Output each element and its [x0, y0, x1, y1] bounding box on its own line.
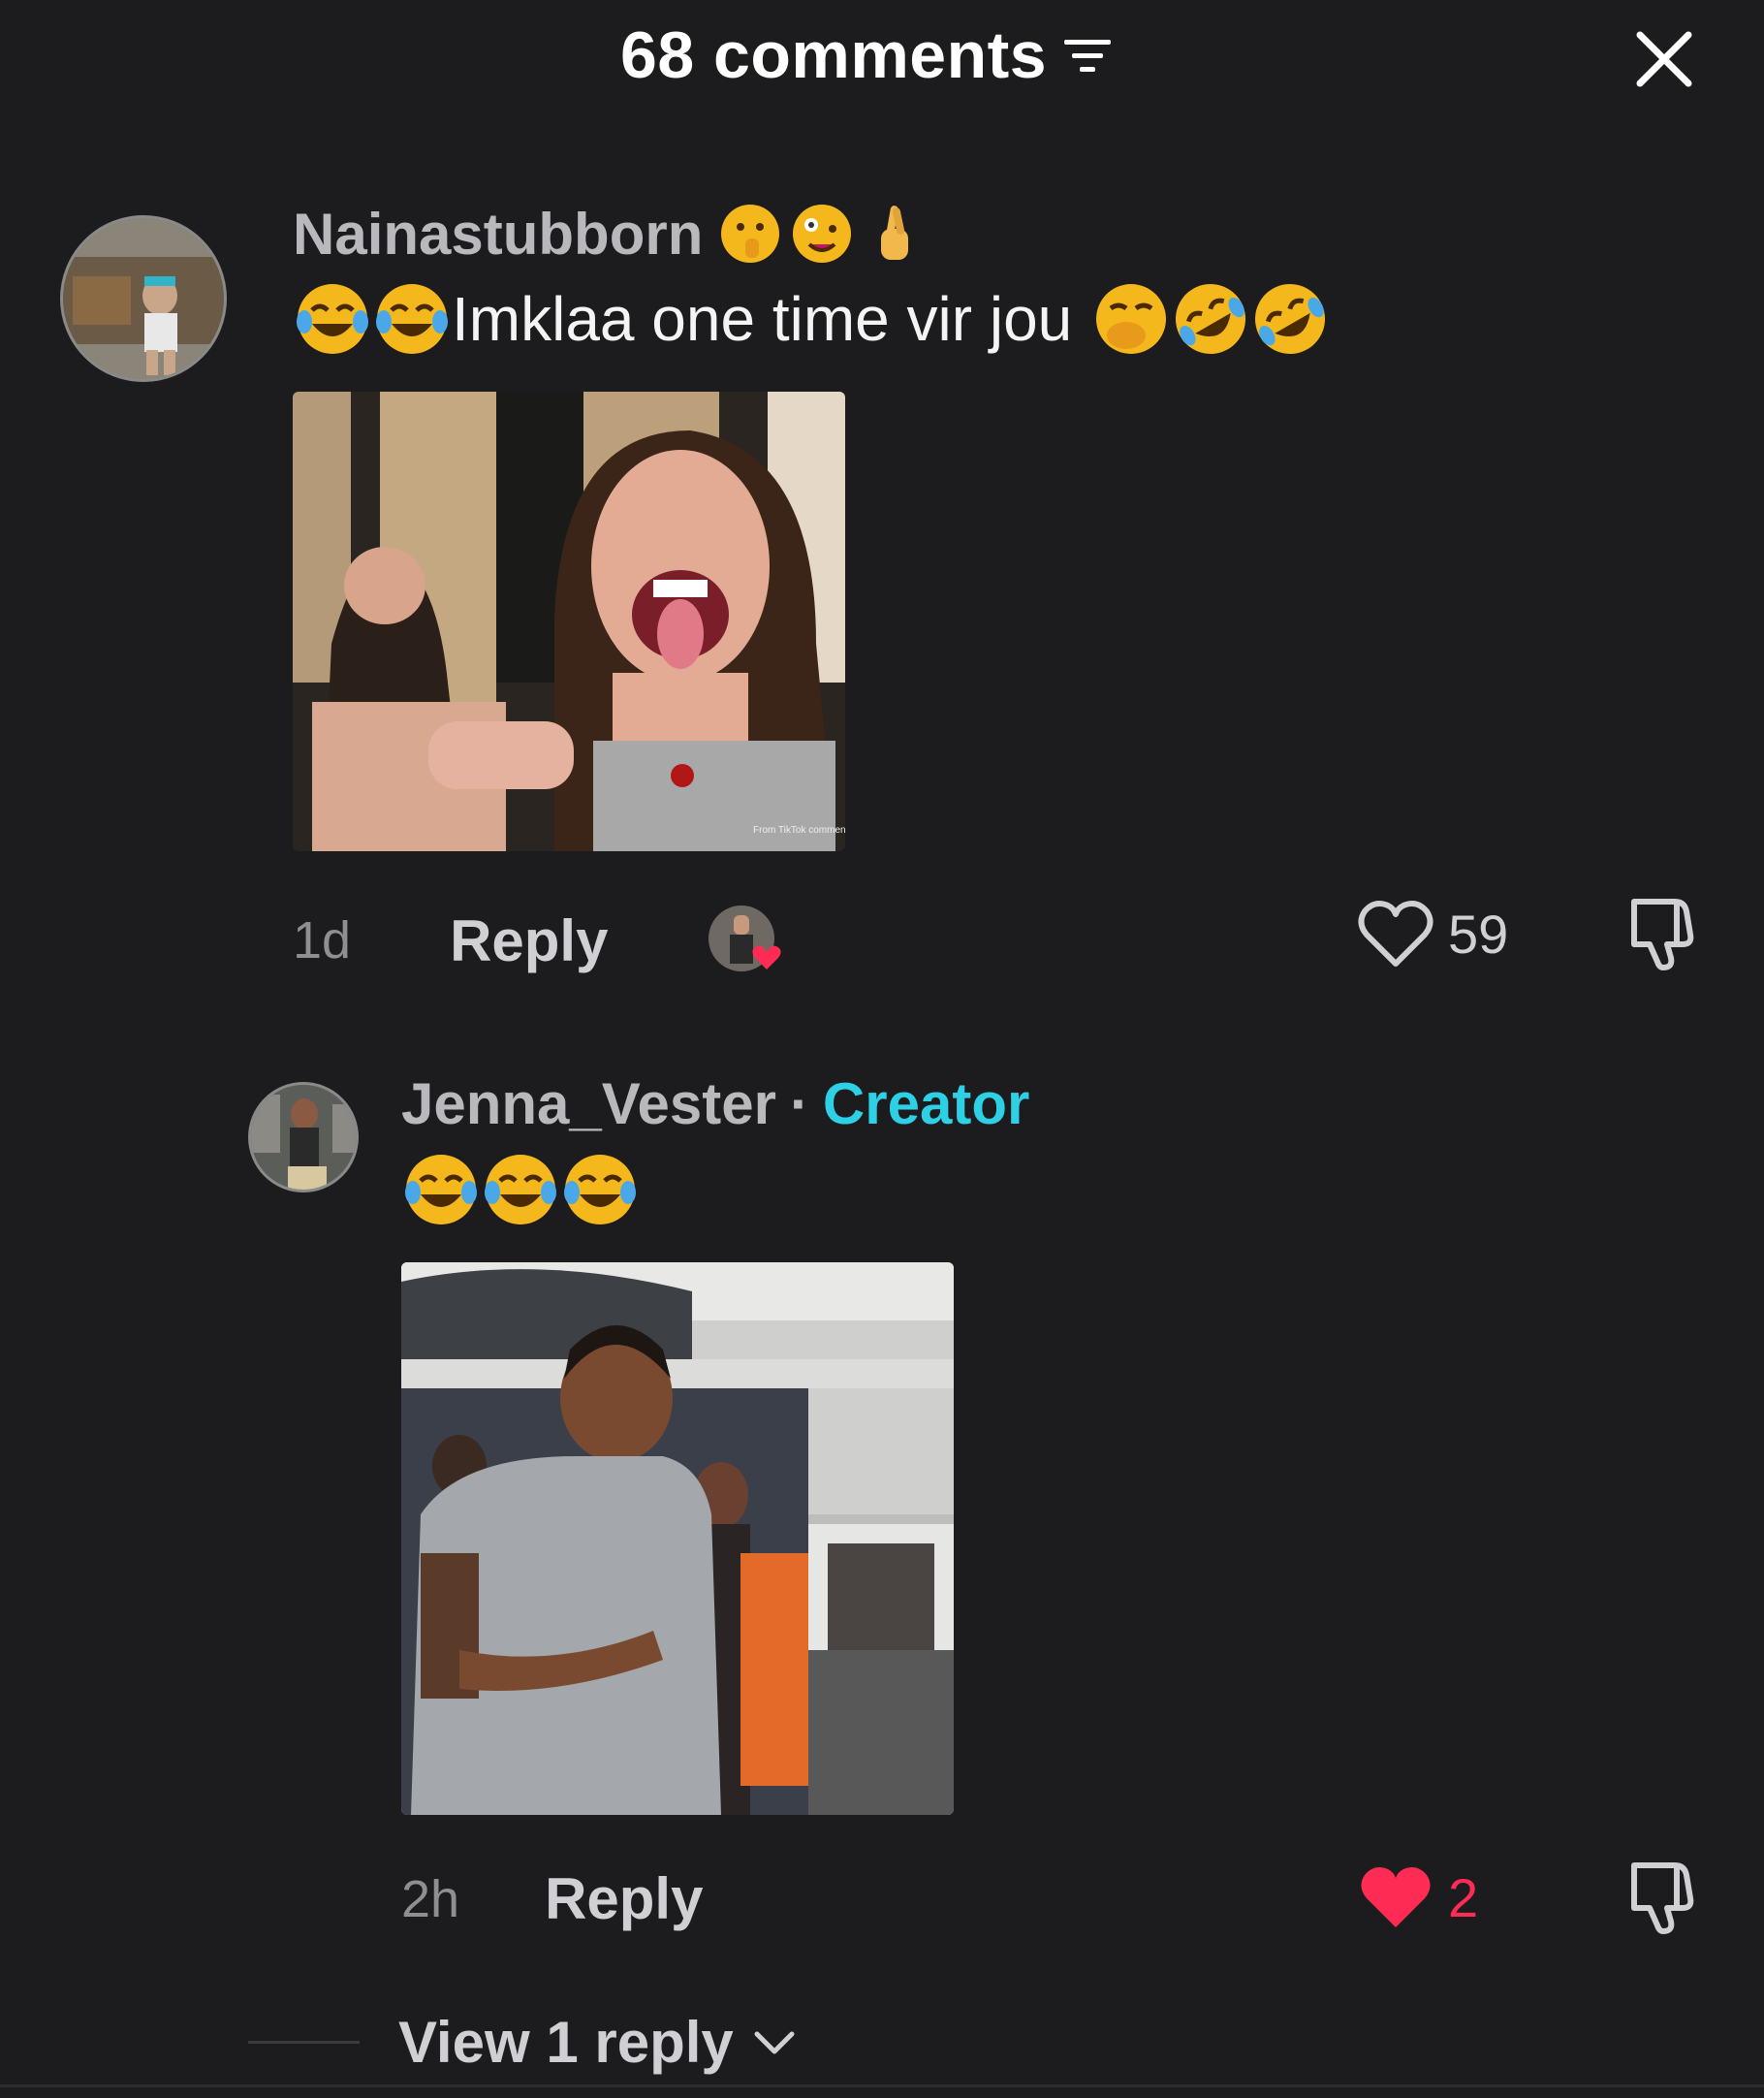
tears-of-joy-icon [564, 1155, 636, 1224]
replies-divider-line [248, 2041, 360, 2044]
comment-time: 2h [401, 1869, 460, 1928]
dislike-thumb-icon[interactable] [1621, 1854, 1704, 1937]
comment-meta: 2h Reply [401, 1865, 703, 1932]
close-icon[interactable] [1632, 27, 1696, 91]
separator-dot: · [789, 1071, 809, 1136]
crossed-fingers-icon [881, 206, 909, 260]
dislike-thumb-icon[interactable] [1621, 890, 1704, 973]
comment-media-image[interactable]: From TikTok comment [293, 392, 845, 851]
media-watermark: From TikTok comment [753, 825, 845, 836]
view-replies-label: View 1 reply [398, 2009, 796, 2076]
creator-badge: Creator [822, 1071, 1030, 1136]
tears-of-joy-icon [376, 284, 448, 354]
person-dancing-image [401, 1262, 954, 1815]
comment-username[interactable]: Nainastubborn [293, 200, 928, 268]
hand-over-mouth-icon [1096, 284, 1167, 354]
rolling-on-floor-laughing-icon [1255, 284, 1326, 354]
reply-button[interactable]: Reply [545, 1865, 703, 1932]
shushing-face-icon [721, 205, 780, 263]
heart-filled-icon [1361, 1867, 1431, 1927]
avatar-image [251, 1085, 356, 1190]
comment-time: 1d [293, 911, 352, 970]
reply-button[interactable]: Reply [450, 907, 608, 974]
comments-count-title: 68 comments [620, 18, 1048, 92]
view-replies-button[interactable]: View 1 reply [248, 2009, 796, 2076]
like-button[interactable]: 2 [1357, 1861, 1478, 1933]
tears-of-joy-icon [297, 284, 368, 354]
comments-title-group[interactable]: 68 comments [620, 17, 1115, 93]
like-button[interactable]: 59 [1357, 898, 1508, 970]
comment-username[interactable]: Jenna_Vester · Creator [401, 1070, 1029, 1137]
avatar[interactable] [60, 215, 227, 382]
comment-text: Imklaa one time vir jou [293, 279, 1330, 359]
comments-header: 68 comments [0, 0, 1764, 116]
like-count: 2 [1448, 1866, 1479, 1928]
chevron-down-icon [754, 2031, 795, 2053]
username-emojis [716, 200, 928, 268]
avatar-image [63, 218, 224, 379]
tears-of-joy-icon [485, 1155, 556, 1224]
filter-lines-icon[interactable] [1060, 32, 1115, 79]
comment-text [401, 1150, 640, 1229]
zany-face-icon [793, 205, 852, 263]
rolling-on-floor-laughing-icon [1176, 284, 1246, 354]
comment-media-image[interactable] [401, 1262, 954, 1815]
comment-meta: 1d Reply [293, 902, 796, 979]
two-women-laughing-image: From TikTok comment [293, 392, 845, 851]
tears-of-joy-icon [405, 1155, 477, 1224]
creator-liked-indicator [707, 902, 796, 979]
heart-outline-icon [1358, 901, 1433, 967]
like-count: 59 [1448, 903, 1509, 965]
avatar[interactable] [248, 1082, 359, 1192]
bottom-divider [0, 2084, 1764, 2087]
creator-avatar-heart-icon [709, 906, 782, 971]
